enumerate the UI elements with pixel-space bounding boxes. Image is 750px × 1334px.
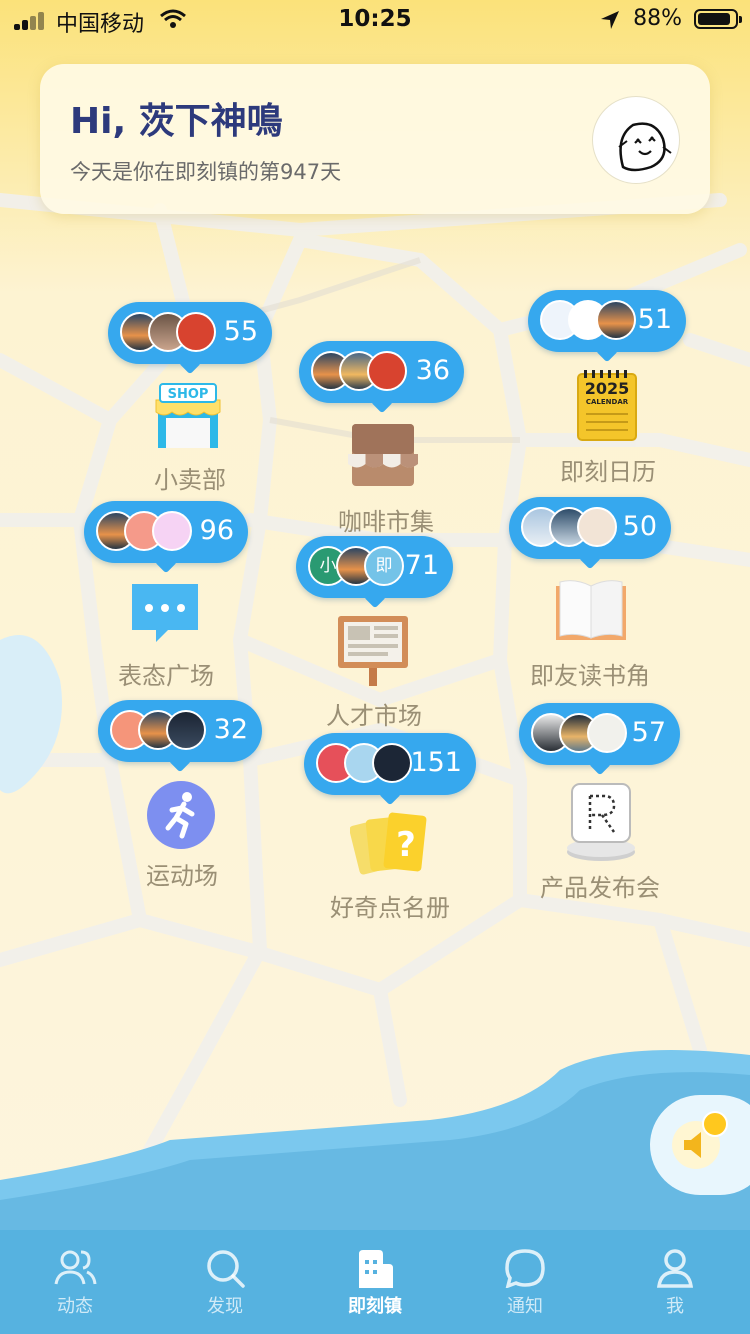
user-avatar[interactable]: [592, 96, 680, 184]
notice-board-icon[interactable]: [336, 614, 410, 688]
tab-town[interactable]: 即刻镇: [325, 1248, 425, 1318]
cartoon-face-icon: [618, 122, 672, 172]
book-icon[interactable]: [554, 578, 628, 644]
visitors-bubble-shop[interactable]: 55: [108, 302, 272, 364]
battery-percent: 88%: [633, 6, 682, 31]
calendar-year: 2025: [585, 379, 630, 398]
place-label-product-launch[interactable]: 产品发布会: [526, 868, 674, 903]
visitor-avatar: [577, 507, 617, 547]
visitor-avatar: [176, 312, 216, 352]
place-label-talent-market[interactable]: 人才市场: [306, 696, 442, 731]
search-icon: [207, 1250, 245, 1288]
visitor-avatar: [372, 743, 412, 783]
speech-bubble-icon[interactable]: [128, 582, 202, 644]
shop-icon[interactable]: SHOP: [152, 378, 224, 452]
status-bar: 中国移动 10:25 88%: [0, 0, 750, 40]
visitor-count: 151: [410, 747, 462, 778]
greeting-card: Hi, 茨下神鳴 今天是你在即刻镇的第947天: [40, 64, 710, 214]
tab-discover[interactable]: 发现: [175, 1248, 275, 1318]
sound-toggle-button[interactable]: [650, 1095, 750, 1195]
tab-label: 动态: [57, 1296, 93, 1317]
question-cards-icon[interactable]: ?: [350, 810, 428, 880]
greeting-title: Hi, 茨下神鳴: [70, 101, 283, 142]
tab-label: 通知: [507, 1296, 543, 1317]
place-label-reading-corner[interactable]: 即友读书角: [520, 656, 660, 691]
visitor-count: 50: [622, 511, 657, 542]
visitor-count: 36: [415, 355, 450, 386]
place-label-curiosity-roster[interactable]: 好奇点名册: [316, 888, 464, 923]
visitors-bubble-calendar[interactable]: 51: [528, 290, 686, 352]
place-label-calendar[interactable]: 即刻日历: [540, 452, 676, 487]
notification-dot: [702, 1111, 728, 1137]
visitor-avatar: 即: [364, 546, 404, 586]
visitor-avatar: [367, 351, 407, 391]
visitor-count: 96: [199, 515, 234, 546]
visitor-count: 32: [213, 714, 248, 745]
greeting-subtitle: 今天是你在即刻镇的第947天: [70, 160, 342, 184]
coffee-stall-icon[interactable]: [346, 420, 420, 490]
place-label-shop[interactable]: 小卖部: [130, 460, 250, 495]
place-label-attitude-square[interactable]: 表态广场: [100, 656, 232, 691]
tab-label: 即刻镇: [348, 1296, 402, 1317]
chat-bubble-icon: [505, 1249, 545, 1288]
visitors-bubble-coffee-market[interactable]: 36: [299, 341, 464, 403]
product-launch-icon[interactable]: [564, 782, 638, 862]
tab-feed[interactable]: 动态: [25, 1248, 125, 1318]
place-label-coffee-market[interactable]: 咖啡市集: [316, 502, 456, 537]
visitors-bubble-reading-corner[interactable]: 50: [509, 497, 671, 559]
visitor-count: 57: [631, 717, 666, 748]
tab-notifications[interactable]: 通知: [475, 1248, 575, 1318]
visitor-count: 51: [637, 304, 672, 335]
profile-icon: [656, 1249, 694, 1288]
visitors-bubble-sports-field[interactable]: 32: [98, 700, 262, 762]
tab-label: 我: [666, 1296, 684, 1317]
users-icon: [54, 1250, 97, 1285]
runner-icon[interactable]: [146, 780, 216, 850]
visitors-bubble-product-launch[interactable]: 57: [519, 703, 680, 765]
location-arrow-icon: [601, 11, 619, 29]
svg-text:SHOP: SHOP: [168, 387, 209, 402]
battery-icon: [694, 9, 742, 29]
visitors-bubble-talent-market[interactable]: 小 即 71: [296, 536, 453, 598]
place-label-sports-field[interactable]: 运动场: [122, 856, 242, 891]
visitors-bubble-curiosity-roster[interactable]: 151: [304, 733, 476, 795]
visitor-avatar: [166, 710, 206, 750]
svg-text:?: ?: [396, 825, 416, 865]
tab-bar: 动态 发现 即刻镇 通知 我: [0, 1230, 750, 1334]
visitor-avatar: [596, 300, 636, 340]
tab-me[interactable]: 我: [625, 1248, 725, 1318]
visitor-avatar: [152, 511, 192, 551]
visitor-avatar: [587, 713, 627, 753]
town-icon: [359, 1250, 393, 1288]
calendar-caption: CALENDAR: [586, 398, 629, 406]
visitor-count: 71: [404, 550, 439, 581]
tab-label: 发现: [207, 1296, 243, 1317]
visitor-count: 55: [223, 316, 258, 347]
visitors-bubble-attitude-square[interactable]: 96: [84, 501, 248, 563]
calendar-icon[interactable]: 2025 CALENDAR: [576, 370, 638, 442]
